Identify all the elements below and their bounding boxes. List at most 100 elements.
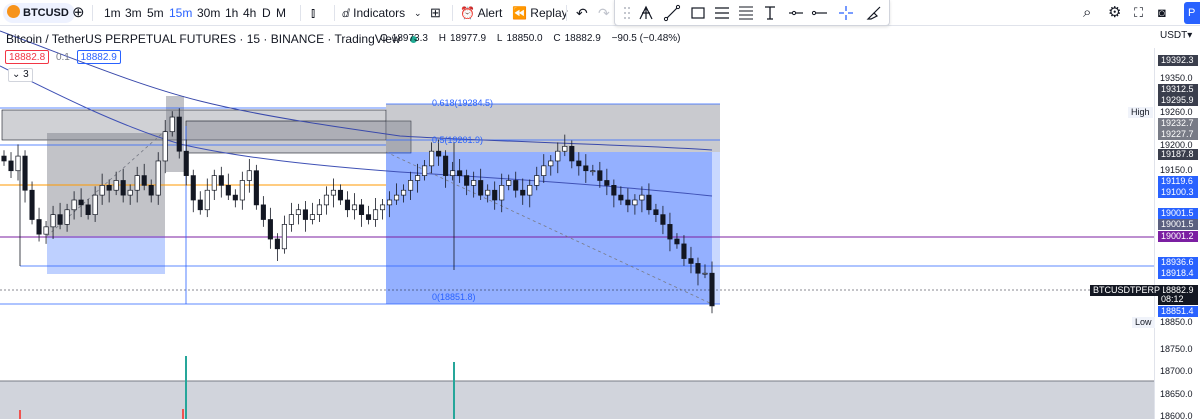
candle-body <box>43 226 49 235</box>
candle-body <box>267 219 273 240</box>
spread-value: 0.1 <box>55 52 70 63</box>
open-label: O <box>380 33 388 44</box>
pitchfork-tool-icon[interactable] <box>637 4 655 22</box>
candle-body <box>1 155 7 162</box>
price-scale-tick: 18851.4 <box>1158 306 1198 317</box>
search-icon[interactable]: ⌕ <box>1083 0 1091 26</box>
compare-add-icon[interactable]: ⊕ <box>72 0 85 26</box>
close-label: C <box>553 33 561 44</box>
price-scale-tick: 19100.3 <box>1158 187 1198 198</box>
candle-body <box>415 175 421 181</box>
candle-body <box>429 150 435 167</box>
currency-label: USDT <box>1160 30 1188 41</box>
redo-icon[interactable]: ↷ <box>598 0 610 26</box>
symbol-search-button[interactable]: BTCUSD <box>3 3 75 23</box>
candle-body <box>316 204 322 215</box>
candle-body <box>534 175 540 186</box>
interval-button-1h[interactable]: 1h <box>225 0 238 26</box>
interval-button-30m[interactable]: 30m <box>197 0 220 26</box>
candle-body <box>71 199 77 211</box>
interval-button-5m[interactable]: 5m <box>147 0 164 26</box>
candle-body <box>583 165 589 172</box>
candle-body <box>513 180 519 191</box>
candle-body <box>401 189 407 196</box>
candle-body <box>443 155 449 176</box>
candle-body <box>281 224 287 250</box>
publish-button[interactable]: P <box>1184 2 1200 24</box>
price-scale-tick: 19392.3 <box>1158 55 1198 66</box>
change-value: −90.5 (−0.48%) <box>611 33 681 44</box>
candle-body <box>288 214 294 225</box>
candle-body <box>190 175 196 201</box>
price-scale-tick: 18700.0 <box>1160 366 1193 376</box>
candle-body <box>99 185 105 196</box>
alert-button[interactable]: ⏰ Alert <box>460 0 502 26</box>
candles-chart-type-icon[interactable]: ⫾ <box>311 0 315 26</box>
interval-button-3m[interactable]: 3m <box>125 0 142 26</box>
alert-label: Alert <box>477 6 503 20</box>
candle-body <box>22 155 28 191</box>
indicators-button[interactable]: ⅆ Indicators <box>342 0 405 26</box>
candle-body <box>8 160 14 172</box>
price-scale-tick: 18850.0 <box>1160 317 1193 327</box>
candle-body <box>695 263 701 274</box>
chart-title: Bitcoin / TetherUS PERPETUAL FUTURES · 1… <box>6 32 417 46</box>
drag-handle-icon[interactable] <box>619 4 637 22</box>
fib-channel-tool-icon[interactable] <box>737 4 755 22</box>
candle-body <box>358 204 365 215</box>
candle-body <box>113 180 119 191</box>
candle-body <box>253 170 259 206</box>
replay-label: Replay <box>530 6 568 20</box>
candle-body <box>64 209 70 225</box>
price-chart[interactable] <box>0 26 1154 419</box>
text-tool-icon[interactable] <box>761 4 779 22</box>
fib-retracement-tool-icon[interactable] <box>713 4 731 22</box>
candle-body <box>57 214 63 225</box>
candle-body <box>541 165 547 176</box>
price-scale-tick: 18936.6 <box>1158 257 1198 268</box>
interval-button-15m[interactable]: 15m <box>169 0 192 26</box>
snapshot-camera-icon[interactable]: ◙ <box>1158 0 1166 26</box>
collapse-indicators-button[interactable]: ⌄ 3 <box>8 68 33 82</box>
price-scale-tick: 19187.8 <box>1158 149 1198 160</box>
horizontal-ray-tool-icon[interactable] <box>787 4 805 22</box>
undo-icon[interactable]: ↶ <box>576 0 588 26</box>
chevron-down-icon: ▾ <box>1187 30 1193 41</box>
rectangle-tool-icon[interactable] <box>689 4 707 22</box>
buy-price-button[interactable]: 18882.9 <box>76 50 121 64</box>
alert-clock-icon: ⏰ <box>460 6 475 20</box>
candle-body <box>134 175 140 191</box>
blue-zone-box <box>47 236 165 274</box>
trend-line-tool-icon[interactable] <box>663 4 681 22</box>
replay-button[interactable]: ⏪ Replay <box>512 0 568 26</box>
price-scale-tick: 19312.5 <box>1158 84 1198 95</box>
candle-body <box>499 185 505 201</box>
interval-button-4h[interactable]: 4h <box>243 0 256 26</box>
crosshair-tool-icon[interactable] <box>837 4 855 22</box>
interval-button-M[interactable]: M <box>276 0 286 26</box>
fib-level-0618-label: 0.618(19284.5) <box>432 98 494 108</box>
currency-selector[interactable]: USDT▾ <box>1160 30 1192 41</box>
settings-gear-icon[interactable]: ⚙ <box>1108 0 1121 26</box>
fullscreen-icon[interactable]: ⛶ <box>1134 0 1143 26</box>
layout-templates-icon[interactable]: ⊞ <box>430 0 441 26</box>
interval-button-1m[interactable]: 1m <box>104 0 121 26</box>
bitcoin-logo-icon <box>7 5 20 18</box>
candle-body <box>527 185 533 196</box>
low-label: L <box>496 33 503 44</box>
brush-tool-icon[interactable] <box>865 4 883 22</box>
candle-body <box>471 180 477 186</box>
sell-price-button[interactable]: 18882.8 <box>5 50 50 64</box>
candle-body <box>323 194 330 206</box>
open-value: 18973.3 <box>391 33 428 44</box>
candle-body <box>674 238 680 245</box>
indicators-dropdown-chevron-icon[interactable]: ⌄ <box>414 0 422 26</box>
interval-button-D[interactable]: D <box>262 0 271 26</box>
indicators-label: Indicators <box>353 6 406 20</box>
ohlc-legend: O 18973.3 H 18977.9 L 18850.0 C 18882.9 −90.… <box>380 33 685 44</box>
price-scale-tick: 19119.6 <box>1158 176 1198 187</box>
candle-body <box>106 185 112 191</box>
horizontal-line-tool-icon[interactable] <box>811 4 829 22</box>
price-scale-tick: 19232.7 <box>1158 118 1198 129</box>
candle-body <box>590 170 596 173</box>
